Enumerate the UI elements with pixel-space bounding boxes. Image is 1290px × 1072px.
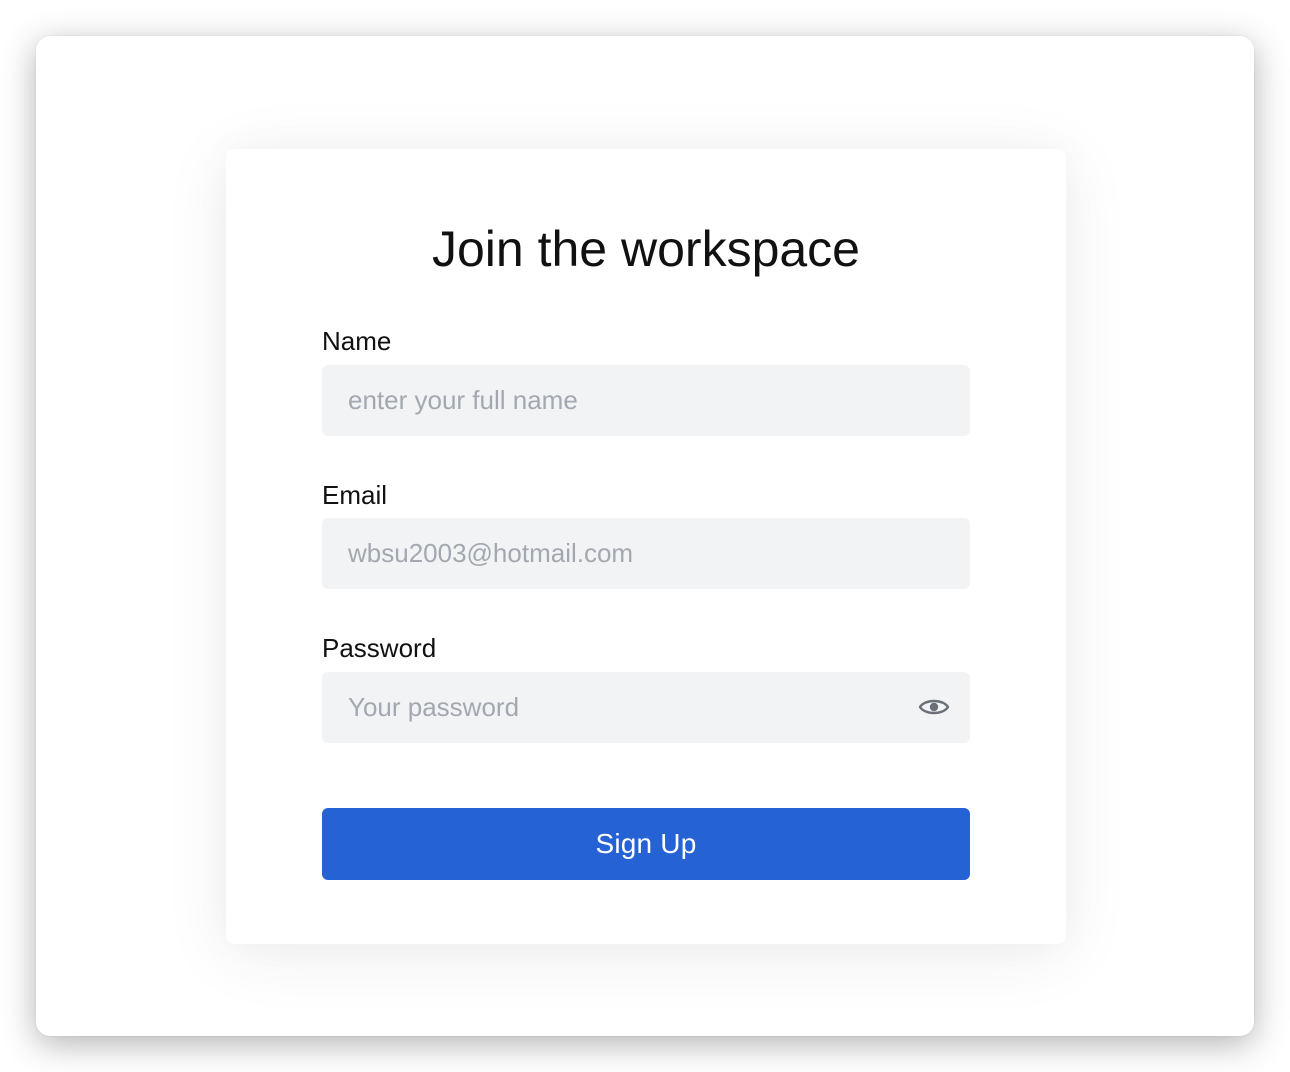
app-window: Join the workspace Name Email Password S… — [36, 36, 1254, 1036]
name-field[interactable] — [322, 365, 970, 436]
sign-up-button[interactable]: Sign Up — [322, 808, 970, 880]
page-title: Join the workspace — [431, 221, 860, 277]
email-input[interactable] — [322, 518, 970, 589]
signup-card: Join the workspace Name Email Password S… — [226, 149, 1066, 944]
name-label: Name — [322, 326, 392, 356]
email-label: Email — [322, 480, 388, 510]
eye-icon[interactable] — [918, 694, 950, 720]
password-field[interactable] — [322, 672, 970, 743]
password-label: Password — [322, 633, 437, 663]
name-input[interactable] — [322, 365, 970, 436]
password-input[interactable] — [322, 672, 970, 743]
email-field[interactable] — [322, 518, 970, 589]
